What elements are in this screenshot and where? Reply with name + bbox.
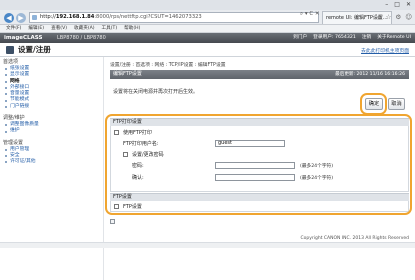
gear-icon[interactable]: ⚙ [395,13,401,21]
horizontal-scrollbar[interactable] [0,242,415,248]
login-user-label: 登录用户: 7654321 [313,35,356,40]
brand-logo: imageCLASS [4,35,43,41]
sidebar-section-title: 管理设置 [3,139,24,146]
menu-help[interactable]: 帮助(H) [124,25,140,32]
section-title: 编辑FTP设置 [113,71,142,77]
sidebar-section-title: 首选项 [3,59,19,65]
address-path: :8000/rps/nettftp.cgi?CSUT=1462073323 [94,14,202,20]
close-icon[interactable]: ✕ [406,1,411,8]
sidebar-item-maintenance[interactable]: 维护 [0,128,103,134]
address-host: 192.168.1.84 [55,14,95,20]
menu-tools[interactable]: 工具(T) [102,25,118,32]
cancel-button[interactable]: 取消 [388,98,405,110]
menu-edit[interactable]: 编辑(E) [28,25,44,32]
logout-link[interactable]: 注销 [362,34,371,42]
window-titlebar: – □ ✕ [0,0,415,10]
maximize-icon[interactable]: □ [394,1,400,8]
ok-button[interactable]: 确定 [365,98,383,110]
printer-model: LBP8780 / LBP8780 [57,35,106,41]
main-page-link[interactable]: 去此此打印机主项页面 [361,47,409,54]
page-title-bar: 设置/注册 去此此打印机主项页面 [0,43,415,57]
app-header: imageCLASS LBP8780 / LBP8780 到门户 登录用户: 7… [0,33,415,43]
section-header: 编辑FTP设置 最后更新: 2012 11/16 16:16:26 [110,70,409,79]
address-row: ◀ ▶ http://192.168.1.84:8000/rps/nettftp… [0,10,415,25]
address-bar[interactable]: http://192.168.1.84:8000/rps/nettftp.cgi… [29,12,319,23]
menu-view[interactable]: 查看(V) [51,25,67,32]
copyright: Copyright CANON INC. 2013 All Rights Res… [300,236,409,241]
star-icon[interactable]: ☆ [386,13,392,21]
scroll-to-top-icon[interactable] [110,219,115,224]
menu-file[interactable]: 文件(F) [6,25,21,32]
back-arrow-icon[interactable]: ◀ [4,13,14,23]
breadcrumb[interactable]: 设置/注册 : 首选项 : 网络 : TCP/IP设置 : 编辑FTP设置 [110,61,226,68]
home-icon[interactable]: ⌂ [377,13,381,21]
to-portal-link[interactable]: 到门户 [293,34,307,42]
highlight-ring [105,114,412,215]
sidebar-item-license[interactable]: 许可证/其他 [0,159,103,165]
sidebar-section-title: 调整/维护 [3,115,25,122]
menu-favorites[interactable]: 收藏夹(A) [74,25,95,32]
page-title: 设置/注册 [18,45,51,54]
restart-notice: 设置将在关闭电源并再次打开后生效。 [113,89,199,95]
header-links: 到门户 登录用户: 7654321 注销 关于Remote UI [293,34,411,42]
address-tools[interactable]: ⌕ ▾ C ✕ [300,11,320,18]
last-updated: 最后更新: 2012 11/16 16:16:26 [335,72,405,77]
minimize-icon[interactable]: – [385,1,388,8]
forward-arrow-icon[interactable]: ▶ [16,13,26,23]
window-controls: – □ ✕ [385,1,411,8]
smiley-icon[interactable]: ☺ [405,13,412,21]
settings-icon [6,46,14,54]
browser-toolbar-icons: ⌂ ☆ ⚙ ☺ [377,13,412,21]
about-link[interactable]: 关于Remote UI [377,34,411,42]
sidebar-item-portal-link[interactable]: 门户链接 [0,104,103,110]
menu-bar: 文件(F) 编辑(E) 查看(V) 收藏夹(A) 工具(T) 帮助(H) [0,25,415,33]
page-icon [32,15,37,20]
